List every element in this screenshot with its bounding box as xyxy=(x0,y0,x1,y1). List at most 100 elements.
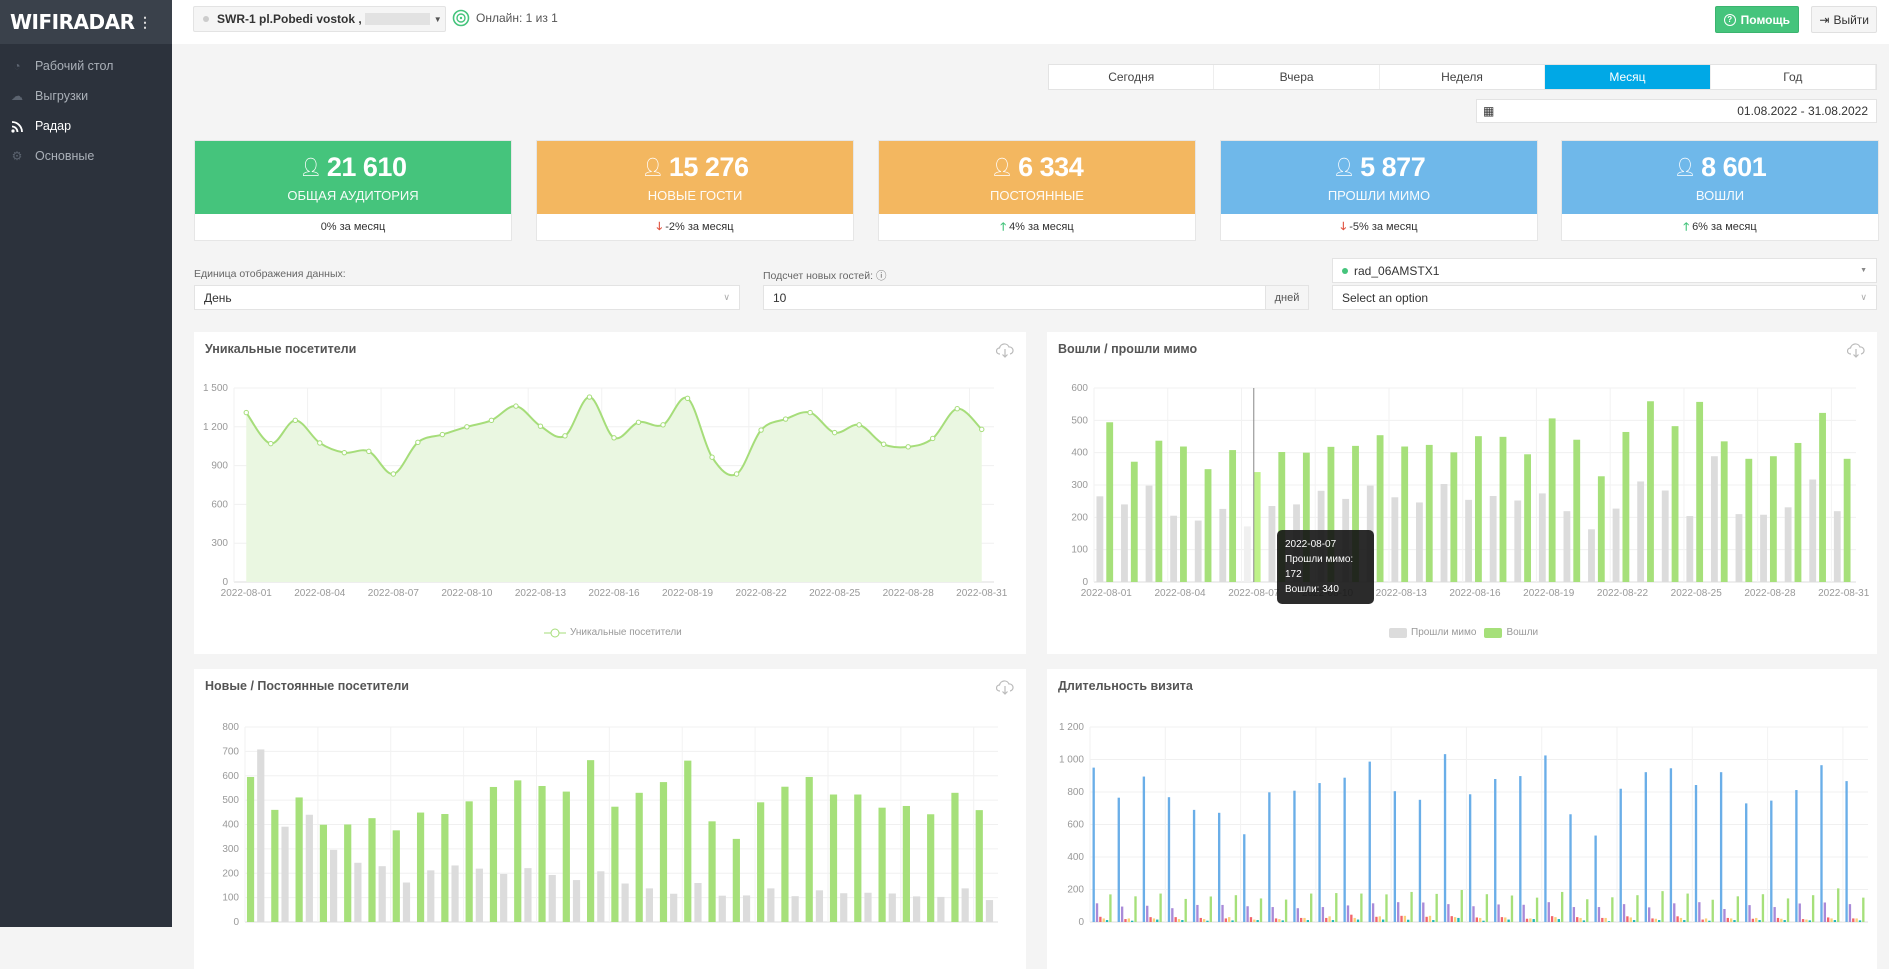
bar[interactable] xyxy=(1723,909,1726,922)
sidebar-item-radar[interactable]: Радар xyxy=(0,112,172,140)
bar[interactable] xyxy=(1770,800,1773,922)
bar[interactable] xyxy=(441,814,449,922)
bar[interactable] xyxy=(1735,514,1743,582)
bar[interactable] xyxy=(1594,835,1597,922)
data-point[interactable] xyxy=(930,435,936,442)
bar[interactable] xyxy=(475,868,483,922)
bar[interactable] xyxy=(1547,902,1550,922)
bar[interactable] xyxy=(1784,507,1792,582)
bar[interactable] xyxy=(1109,894,1112,922)
bar[interactable] xyxy=(1346,905,1350,922)
bar[interactable] xyxy=(791,896,799,922)
bar[interactable] xyxy=(1356,919,1360,922)
bar[interactable] xyxy=(611,806,619,922)
bar[interactable] xyxy=(1686,516,1694,582)
bar[interactable] xyxy=(1096,496,1104,582)
bar[interactable] xyxy=(1694,785,1698,922)
bar[interactable] xyxy=(1443,754,1447,922)
bar[interactable] xyxy=(1127,918,1130,922)
bar[interactable] xyxy=(1199,917,1202,922)
bar[interactable] xyxy=(1243,834,1246,922)
tab-month[interactable]: Месяц xyxy=(1545,65,1711,89)
bar[interactable] xyxy=(1582,920,1586,922)
bar[interactable] xyxy=(1468,794,1472,922)
bar[interactable] xyxy=(500,873,508,922)
data-point[interactable] xyxy=(684,395,691,402)
bar[interactable] xyxy=(1259,898,1263,922)
bar[interactable] xyxy=(1500,917,1504,922)
bar[interactable] xyxy=(1729,918,1733,922)
bar[interactable] xyxy=(1572,907,1576,922)
bar[interactable] xyxy=(1381,919,1385,922)
bar[interactable] xyxy=(1563,511,1571,582)
bar[interactable] xyxy=(1219,508,1227,582)
logo[interactable]: WIFIRADAR ⋮ xyxy=(0,0,172,44)
data-point[interactable] xyxy=(880,441,887,447)
bar[interactable] xyxy=(1343,777,1346,922)
bar[interactable] xyxy=(1460,889,1463,922)
bar[interactable] xyxy=(1745,803,1748,922)
bar[interactable] xyxy=(1823,902,1827,923)
data-point[interactable] xyxy=(733,471,740,477)
bar[interactable] xyxy=(878,807,886,922)
bar[interactable] xyxy=(1510,895,1514,922)
bar[interactable] xyxy=(1105,920,1109,922)
bar[interactable] xyxy=(1156,919,1159,922)
bar[interactable] xyxy=(1637,481,1645,582)
bar[interactable] xyxy=(1769,456,1777,582)
bar[interactable] xyxy=(1560,891,1564,922)
bar[interactable] xyxy=(1760,514,1767,582)
more-icon[interactable]: ⋮ xyxy=(138,14,152,31)
bar[interactable] xyxy=(1124,919,1127,922)
bar[interactable] xyxy=(805,776,813,922)
bar[interactable] xyxy=(1798,903,1801,922)
bar[interactable] xyxy=(1331,920,1335,922)
bar[interactable] xyxy=(1679,917,1683,922)
data-point[interactable] xyxy=(905,444,911,450)
bar[interactable] xyxy=(1855,918,1858,922)
data-point[interactable] xyxy=(758,427,764,433)
data-point[interactable] xyxy=(979,426,985,433)
bar[interactable] xyxy=(587,760,595,922)
bar[interactable] xyxy=(1416,502,1423,582)
bar[interactable] xyxy=(1120,906,1124,922)
bar[interactable] xyxy=(1146,905,1149,922)
bar[interactable] xyxy=(1479,917,1482,922)
bar[interactable] xyxy=(937,896,945,922)
bar[interactable] xyxy=(295,797,303,922)
bar[interactable] xyxy=(281,826,289,922)
bar[interactable] xyxy=(1579,917,1582,922)
bar[interactable] xyxy=(1604,917,1607,922)
bar[interactable] xyxy=(1569,814,1572,922)
bar[interactable] xyxy=(1607,921,1611,922)
bar[interactable] xyxy=(1632,920,1636,922)
bar[interactable] xyxy=(1335,893,1338,922)
bar[interactable] xyxy=(1622,431,1630,582)
bar[interactable] xyxy=(961,888,969,922)
bar[interactable] xyxy=(1588,529,1595,582)
bar[interactable] xyxy=(1095,903,1099,922)
bar[interactable] xyxy=(1425,916,1428,922)
data-point[interactable] xyxy=(415,439,421,446)
bar[interactable] xyxy=(1612,508,1620,582)
bar[interactable] xyxy=(1268,506,1276,582)
bar[interactable] xyxy=(854,794,862,922)
bar[interactable] xyxy=(1514,500,1522,582)
bar[interactable] xyxy=(1130,920,1134,922)
bar[interactable] xyxy=(1134,896,1137,922)
bar[interactable] xyxy=(1745,458,1753,582)
bar[interactable] xyxy=(1647,907,1651,922)
data-point[interactable] xyxy=(488,417,495,424)
bar[interactable] xyxy=(1626,916,1629,922)
bar[interactable] xyxy=(1321,907,1325,922)
data-point[interactable] xyxy=(366,448,372,455)
new-guests-input[interactable]: 10 xyxy=(763,285,1266,310)
bar[interactable] xyxy=(1852,918,1855,922)
bar[interactable] xyxy=(1209,896,1212,922)
bar[interactable] xyxy=(538,785,546,922)
bar[interactable] xyxy=(684,760,692,922)
bar[interactable] xyxy=(1278,919,1281,922)
bar[interactable] xyxy=(781,786,789,922)
bar[interactable] xyxy=(645,888,653,922)
bar[interactable] xyxy=(1795,790,1798,922)
